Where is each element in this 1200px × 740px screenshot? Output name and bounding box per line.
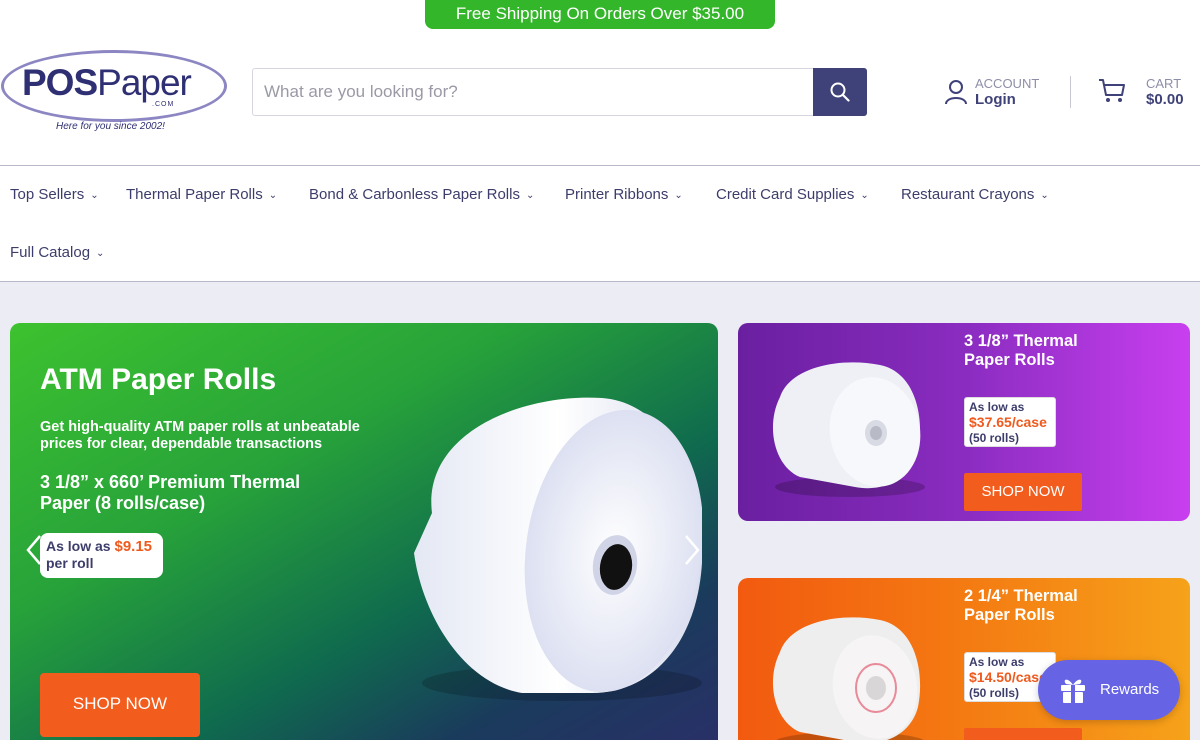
hero-price-badge: As low as $9.15 per roll xyxy=(40,533,163,578)
search-bar xyxy=(252,68,867,116)
search-icon xyxy=(830,82,850,102)
cart-link[interactable]: CART $0.00 xyxy=(1098,74,1198,114)
logo-wordmark: POSPaper xyxy=(22,62,192,103)
hero-subtitle: Get high-quality ATM paper rolls at unbe… xyxy=(40,419,360,452)
chevron-down-icon: ⌄ xyxy=(1040,190,1049,201)
chevron-down-icon: ⌄ xyxy=(525,190,535,201)
chevron-down-icon: ⌄ xyxy=(96,248,105,259)
chevron-down-icon: ⌄ xyxy=(268,190,278,201)
promo-price: $37.65/case xyxy=(969,414,1047,430)
site-logo[interactable]: POSPaper .COM Here for you since 2002! xyxy=(0,48,230,138)
carousel-prev-arrow[interactable] xyxy=(24,533,44,567)
cart-icon xyxy=(1099,79,1125,102)
logo-tagline: Here for you since 2002! xyxy=(56,121,165,132)
free-shipping-banner[interactable]: Free Shipping On Orders Over $35.00 xyxy=(425,0,775,29)
paper-roll-image xyxy=(414,397,702,701)
promo-shop-now-button[interactable]: SHOP NOW xyxy=(964,473,1082,511)
nav-item-credit-card-supplies[interactable]: Credit Card Supplies ⌄ xyxy=(716,186,869,203)
gift-icon xyxy=(1061,679,1085,703)
chevron-down-icon: ⌄ xyxy=(90,190,99,201)
nav-item-thermal-paper-rolls[interactable]: Thermal Paper Rolls ⌄ xyxy=(126,186,277,203)
promo-price-badge: As low as $37.65/case (50 rolls) xyxy=(964,397,1056,447)
carousel-next-arrow[interactable] xyxy=(682,533,702,567)
hero-shop-now-button[interactable]: SHOP NOW xyxy=(40,673,200,737)
chevron-down-icon: ⌄ xyxy=(674,190,683,201)
hero-product: 3 1/8” x 660’ Premium Thermal Paper (8 r… xyxy=(40,472,301,513)
nav-item-restaurant-crayons[interactable]: Restaurant Crayons ⌄ xyxy=(901,186,1049,203)
promo-card-3-1-8-thermal[interactable]: 3 1/8” Thermal Paper Rolls As low as $37… xyxy=(738,323,1190,521)
hero-price: $9.15 xyxy=(114,538,153,555)
login-label: Login xyxy=(975,91,1016,108)
nav-item-printer-ribbons[interactable]: Printer Ribbons ⌄ xyxy=(565,186,683,203)
site-header: POSPaper .COM Here for you since 2002! A… xyxy=(0,29,1200,166)
rewards-label: Rewards xyxy=(1100,681,1160,698)
promo-shop-now-button[interactable]: SHOP NOW xyxy=(964,728,1082,740)
search-input[interactable] xyxy=(253,69,813,115)
nav-item-bond-carbonless[interactable]: Bond & Carbonless Paper Rolls ⌄ xyxy=(309,186,534,203)
cart-total: $0.00 xyxy=(1146,91,1184,108)
promo-title: 2 1/4” Thermal Paper Rolls xyxy=(964,587,1078,624)
search-button[interactable] xyxy=(813,68,867,116)
account-link[interactable]: ACCOUNT Login xyxy=(944,74,1054,114)
nav-item-top-sellers[interactable]: Top Sellers ⌄ xyxy=(10,186,99,203)
rewards-button[interactable]: Rewards xyxy=(1038,660,1180,720)
promo-price: $14.50/case xyxy=(969,669,1047,685)
hero-title: ATM Paper Rolls xyxy=(40,363,277,396)
cart-label: CART xyxy=(1146,76,1182,91)
paper-roll-image xyxy=(773,617,924,740)
header-divider xyxy=(1070,76,1071,108)
logo-com: .COM xyxy=(152,101,175,108)
account-label: ACCOUNT xyxy=(975,76,1040,91)
main-nav: Top Sellers ⌄ Thermal Paper Rolls ⌄ Bond &… xyxy=(0,166,1200,282)
promo-title: 3 1/8” Thermal Paper Rolls xyxy=(964,332,1078,369)
hero-banner[interactable]: ATM Paper Rolls Get high-quality ATM pap… xyxy=(10,323,718,740)
user-icon xyxy=(945,80,967,105)
nav-item-full-catalog[interactable]: Full Catalog ⌄ xyxy=(10,244,104,261)
chevron-down-icon: ⌄ xyxy=(860,190,869,201)
paper-roll-image xyxy=(772,362,925,497)
